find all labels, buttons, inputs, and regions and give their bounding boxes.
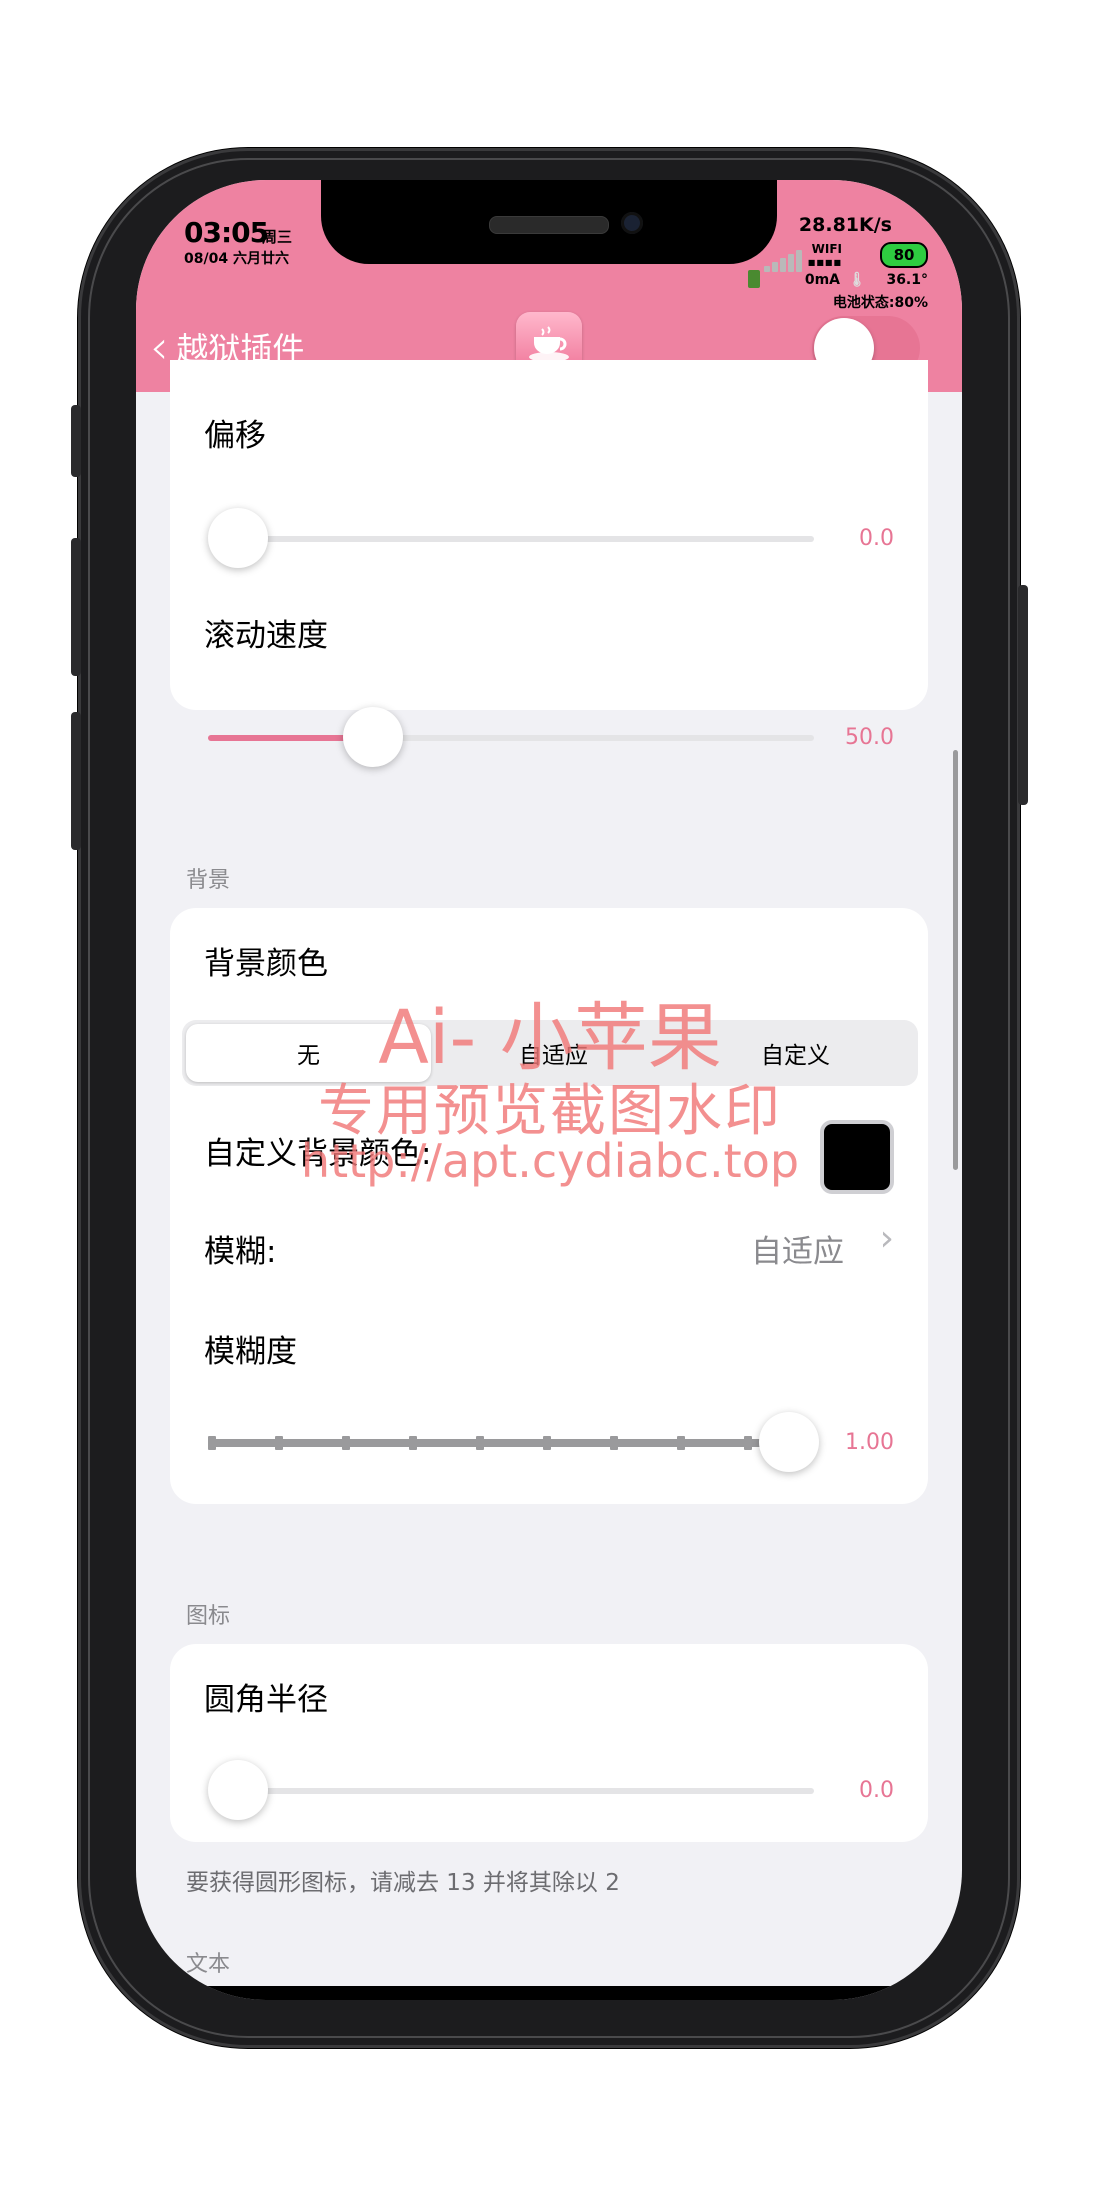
network-speed: 28.81K/s — [798, 214, 892, 236]
battery-icon — [748, 270, 760, 288]
chevron-right-icon[interactable]: › — [880, 1218, 894, 1259]
offset-value: 0.0 — [859, 526, 894, 551]
icon-card: 圆角半径 0.0 — [170, 1644, 928, 1842]
status-weekday: 周三 — [262, 228, 293, 246]
text-section-header: 文本 — [186, 1952, 231, 1977]
corner-radius-slider[interactable] — [208, 1760, 814, 1820]
screen-bottom-edge — [136, 1986, 962, 2000]
scroll-speed-label: 滚动速度 — [204, 618, 328, 654]
power-button — [1018, 585, 1028, 805]
earpiece-speaker — [489, 216, 609, 234]
slider-tick — [677, 1436, 685, 1450]
background-section-header: 背景 — [186, 868, 231, 893]
offset-slider[interactable] — [208, 508, 814, 568]
status-right-cluster: 28.81K/s WIFI ■■■■ 80 0mA 🌡 36.1° 电池状态:8… — [732, 206, 932, 316]
volume-down-button — [71, 712, 81, 850]
status-time: 03:05 — [184, 216, 269, 249]
corner-radius-value: 0.0 — [859, 1778, 894, 1803]
slider-track — [208, 1439, 788, 1447]
custom-background-color-well[interactable] — [820, 1120, 894, 1194]
offset-label: 偏移 — [204, 418, 266, 454]
slider-thumb[interactable] — [208, 1760, 268, 1820]
scroll-speed-slider[interactable] — [208, 707, 814, 767]
slider-thumb[interactable] — [759, 1412, 819, 1472]
slider-tick — [476, 1436, 484, 1450]
slider-track — [208, 536, 814, 542]
icon-section-header: 图标 — [186, 1604, 231, 1629]
slider-tick — [208, 1436, 216, 1450]
volume-up-button — [71, 538, 81, 676]
chevron-left-icon: ‹ — [150, 320, 169, 374]
corner-radius-footnote: 要获得圆形图标，请减去 13 并将其除以 2 — [186, 1870, 620, 1896]
battery-level-badge: 80 — [880, 242, 928, 268]
slider-tick — [275, 1436, 283, 1450]
status-date: 08/04 六月廿六 — [184, 251, 289, 267]
slider-thumb[interactable] — [208, 508, 268, 568]
corner-radius-label: 圆角半径 — [204, 1682, 328, 1718]
cellular-signal-icon — [764, 250, 804, 272]
thermometer-icon: 🌡 — [848, 272, 866, 288]
slider-tick — [610, 1436, 618, 1450]
scroll-speed-value: 50.0 — [845, 725, 894, 750]
screen: 03:05 周三 08/04 六月廿六 28.81K/s WIFI ■■■■ 8… — [136, 180, 962, 2000]
slider-track — [208, 1788, 814, 1794]
wifi-label: WIFI — [811, 242, 842, 256]
segment-custom[interactable]: 自定义 — [673, 1020, 918, 1086]
slider-thumb[interactable] — [343, 707, 403, 767]
blur-value[interactable]: 自适应 — [751, 1226, 844, 1271]
front-camera — [621, 212, 643, 234]
blur-amount-label: 模糊度 — [204, 1334, 297, 1370]
slider-tick — [543, 1436, 551, 1450]
slider-tick — [342, 1436, 350, 1450]
battery-temperature: 36.1° — [886, 272, 928, 288]
wifi-strength-icon: ■■■■ — [807, 258, 842, 267]
blur-amount-slider[interactable] — [208, 1412, 819, 1472]
blur-label: 模糊: — [204, 1234, 277, 1270]
slider-tick — [409, 1436, 417, 1450]
background-card: 背景颜色 无 自适应 自定义 自定义背景颜色: 模糊: 自适应 › 模糊度 1.… — [170, 908, 928, 1504]
blur-amount-value: 1.00 — [845, 1430, 894, 1455]
battery-current: 0mA — [804, 272, 840, 288]
background-color-label: 背景颜色 — [204, 946, 328, 982]
segment-adaptive[interactable]: 自适应 — [431, 1020, 676, 1086]
scroll-indicator[interactable] — [953, 750, 958, 1170]
custom-background-color-label: 自定义背景颜色: — [204, 1136, 432, 1172]
battery-status: 电池状态:80% — [832, 295, 928, 311]
notch — [321, 180, 777, 264]
background-color-segmented-control: 无 自适应 自定义 — [182, 1020, 918, 1086]
slider-tick — [744, 1436, 752, 1450]
segment-none[interactable]: 无 — [186, 1024, 431, 1082]
motion-card: 偏移 0.0 滚动速度 50.0 — [170, 360, 928, 767]
silent-switch — [71, 405, 81, 477]
